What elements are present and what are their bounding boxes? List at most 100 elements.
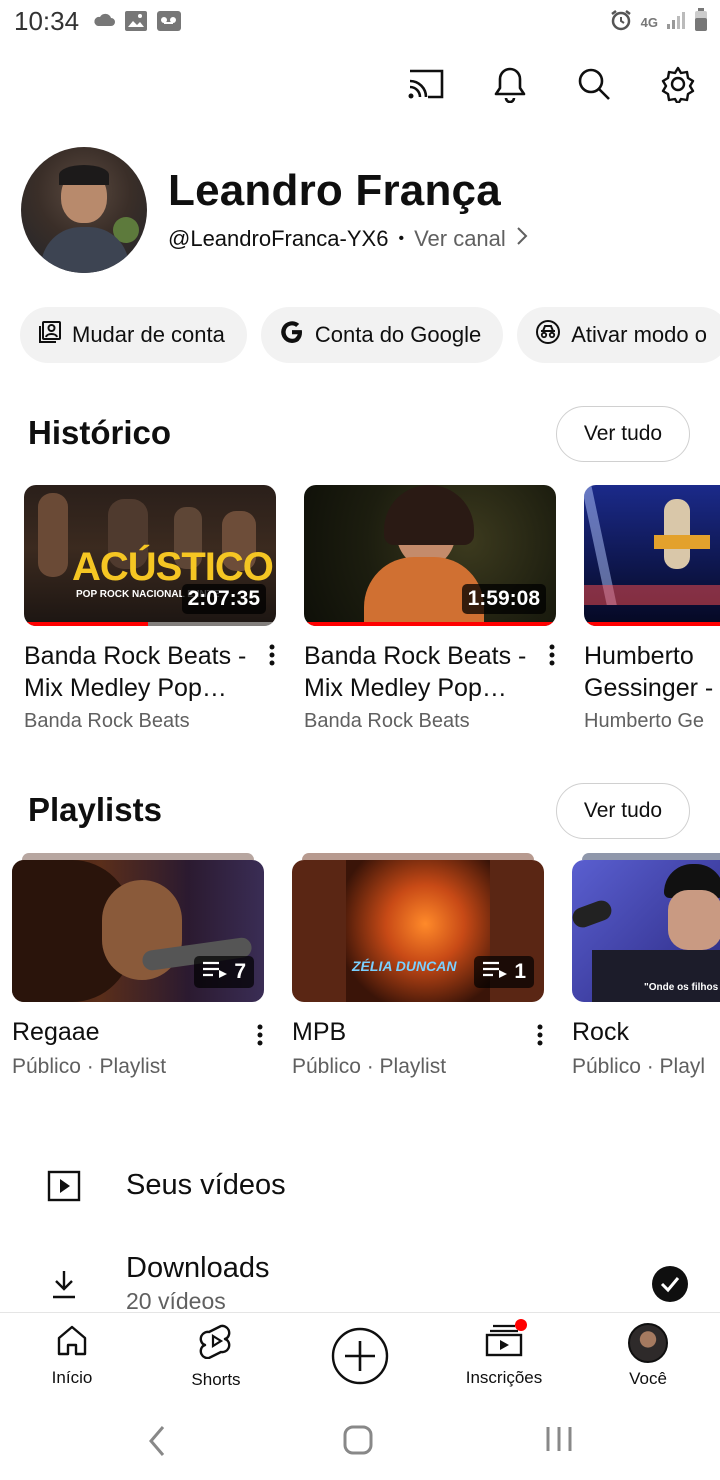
recent-apps-icon[interactable] <box>544 1424 574 1459</box>
account-chips: Mudar de conta Conta do Google Ativar mo… <box>20 307 720 363</box>
playlist-title[interactable]: MPB <box>292 1018 544 1047</box>
playlist-card[interactable]: ZÉLIA DUNCAN 1 MPB Público · Playlist <box>292 853 544 1079</box>
play-square-icon <box>44 1166 84 1206</box>
nav-home[interactable]: Início <box>17 1323 127 1388</box>
voicemail-icon <box>156 10 182 37</box>
video-thumbnail[interactable]: 1:59:08 <box>304 485 556 626</box>
status-time: 10:34 <box>14 6 80 36</box>
switch-account-icon <box>38 320 62 350</box>
history-video-card[interactable]: ACÚSTICO POP ROCK NACIONAL E INTE 2:07:3… <box>24 485 276 733</box>
video-channel: Banda Rock Beats <box>304 710 470 732</box>
separator: • <box>398 230 405 247</box>
history-video-card[interactable]: 1:59:08 Banda Rock Beats - Mix Medley Po… <box>304 485 556 733</box>
google-g-icon <box>279 319 305 351</box>
playlist-thumbnail[interactable]: ZÉLIA DUNCAN 1 <box>292 860 544 1002</box>
more-vert-icon[interactable] <box>262 639 282 671</box>
home-button-icon[interactable] <box>342 1424 374 1461</box>
watch-progress-bar <box>24 622 148 626</box>
playlist-subtitle: Público · Playlist <box>292 1055 447 1078</box>
profile-avatar[interactable] <box>21 147 147 273</box>
playlist-thumbnail[interactable]: "Onde os filhos do a <box>572 860 720 1002</box>
video-title[interactable]: Banda Rock Beats - Mix Medley Pop… <box>24 640 259 704</box>
nav-label: Início <box>51 1368 93 1387</box>
nav-label: Shorts <box>191 1370 241 1389</box>
thumbnail-overlay-title: ZÉLIA DUNCAN <box>352 958 457 974</box>
notification-dot <box>515 1319 527 1331</box>
google-account-chip[interactable]: Conta do Google <box>260 307 504 363</box>
video-thumbnail[interactable] <box>584 485 720 626</box>
incognito-chip[interactable]: Ativar modo o <box>517 307 720 363</box>
nav-you[interactable]: Você <box>593 1323 703 1389</box>
playlist-subtitle: Público · Playl <box>572 1055 706 1078</box>
system-navigation <box>0 1402 720 1480</box>
playlist-title[interactable]: Regaae <box>12 1018 264 1047</box>
chip-label: Ativar modo o <box>571 322 707 347</box>
playlist-title[interactable]: Rock <box>572 1018 720 1047</box>
more-vert-icon[interactable] <box>542 639 562 671</box>
signal-icon <box>666 10 686 35</box>
shorts-icon <box>199 1323 233 1364</box>
watch-progress-bar <box>304 622 556 626</box>
playlist-subtitle: Público · Playlist <box>12 1055 167 1078</box>
menu-label: Downloads <box>126 1252 270 1284</box>
playlists-see-all-button[interactable]: Ver tudo <box>556 783 690 839</box>
history-title: Histórico <box>28 414 172 451</box>
chip-label: Conta do Google <box>314 322 482 347</box>
downloads-row[interactable]: Downloads 20 vídeos <box>0 1238 720 1312</box>
your-videos-row[interactable]: Seus vídeos <box>0 1145 720 1227</box>
playlist-thumbnail[interactable]: 7 <box>12 860 264 1002</box>
search-icon[interactable] <box>572 62 616 106</box>
chevron-right-icon <box>516 226 528 252</box>
video-duration: 1:59:08 <box>461 584 546 614</box>
nav-subscriptions[interactable]: Inscrições <box>449 1319 559 1388</box>
thumbnail-overlay-caption: "Onde os filhos do a <box>644 982 720 993</box>
you-avatar-icon <box>628 1323 668 1363</box>
create-plus-icon <box>331 1327 389 1390</box>
nav-label: Você <box>629 1369 667 1388</box>
playlist-card[interactable]: "Onde os filhos do a Rock Público · Play… <box>572 853 720 1079</box>
video-title[interactable]: Humberto Gessinger - <box>584 640 720 704</box>
profile-handle-row[interactable]: @LeandroFranca-YX6 • Ver canal <box>168 226 528 252</box>
more-vert-icon[interactable] <box>530 1019 550 1051</box>
playlist-card[interactable]: 7 Regaae Público · Playlist <box>12 853 264 1079</box>
video-thumbnail[interactable]: ACÚSTICO POP ROCK NACIONAL E INTE 2:07:3… <box>24 485 276 626</box>
playlist-icon <box>482 960 508 984</box>
cast-icon[interactable] <box>404 62 448 106</box>
watch-progress-rest <box>148 622 276 626</box>
cloud-icon <box>92 10 116 33</box>
video-title[interactable]: Banda Rock Beats - Mix Medley Pop… <box>304 640 539 704</box>
back-icon[interactable] <box>146 1424 168 1463</box>
video-duration: 2:07:35 <box>181 584 266 614</box>
profile-name: Leandro França <box>168 166 501 215</box>
watch-progress-bar <box>584 622 720 626</box>
menu-sublabel: 20 vídeos <box>126 1288 226 1312</box>
check-circle-icon <box>652 1266 688 1307</box>
playlist-stack <box>22 853 254 860</box>
history-video-card[interactable]: Humberto Gessinger - Humberto Ge <box>584 485 720 733</box>
subscriptions-icon <box>485 1319 527 1362</box>
download-icon <box>44 1264 84 1304</box>
bell-icon[interactable] <box>488 62 532 106</box>
playlist-icon <box>202 960 228 984</box>
incognito-icon <box>535 319 561 351</box>
nav-shorts[interactable]: Shorts <box>161 1323 271 1390</box>
alarm-icon <box>609 8 633 37</box>
network-type: 4G <box>640 15 658 30</box>
view-channel-link[interactable]: Ver canal <box>414 226 506 252</box>
history-see-all-button[interactable]: Ver tudo <box>556 406 690 462</box>
video-channel: Humberto Ge <box>584 710 705 732</box>
gear-icon[interactable] <box>656 62 700 106</box>
more-vert-icon[interactable] <box>250 1019 270 1051</box>
playlists-title: Playlists <box>28 791 162 828</box>
home-icon <box>55 1323 89 1362</box>
playlist-stack <box>582 853 720 860</box>
status-right: 4G <box>609 8 708 37</box>
switch-account-chip[interactable]: Mudar de conta <box>20 307 247 363</box>
battery-icon <box>694 8 708 37</box>
nav-create[interactable] <box>305 1327 415 1390</box>
menu-label: Seus vídeos <box>126 1169 286 1201</box>
playlist-count-badge: 7 <box>194 956 254 988</box>
nav-label: Inscrições <box>465 1368 543 1387</box>
bottom-navigation: Início Shorts Inscrições Você <box>0 1312 720 1403</box>
playlist-count: 1 <box>514 960 526 983</box>
